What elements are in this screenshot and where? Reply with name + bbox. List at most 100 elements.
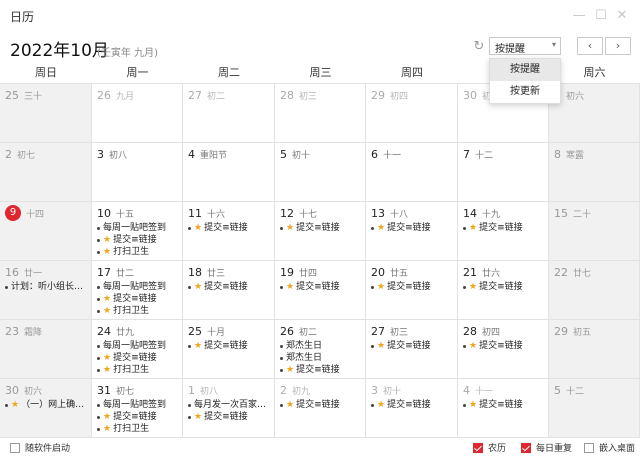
event-item[interactable]: ★ 提交≡链接 <box>280 399 362 411</box>
event-item[interactable]: ★ 提交≡链接 <box>97 293 179 305</box>
day-cell[interactable]: 8 寒露 <box>549 143 640 202</box>
day-cell[interactable]: 1初六 <box>549 84 640 143</box>
event-item[interactable]: 郑杰生日 <box>280 352 362 364</box>
event-item[interactable]: ★（一）网上确认报名信息 <box>5 399 88 411</box>
event-item[interactable]: 每周一贴吧签到 <box>97 222 179 234</box>
autostart-toggle[interactable]: 随软件启动 <box>10 441 70 454</box>
day-cell[interactable]: 5 十二 <box>549 379 640 438</box>
day-number: 26 <box>280 324 294 338</box>
embed-desktop-toggle[interactable]: 嵌入桌面 <box>584 441 635 454</box>
day-cell[interactable]: 17 廿二 每周一贴吧签到 ★ 提交≡链接 ★ 打扫卫生 <box>92 261 183 320</box>
day-cell[interactable]: 4 十一 ★ 提交≡链接 <box>458 379 549 438</box>
event-item[interactable]: ★ 提交≡链接 <box>97 411 179 423</box>
lunar-checkbox[interactable] <box>473 442 483 453</box>
lunar-toggle[interactable]: 农历 <box>473 441 506 454</box>
day-cell[interactable]: 14 十九 ★ 提交≡链接 <box>458 202 549 261</box>
event-item[interactable]: 每周一贴吧签到 <box>97 399 179 411</box>
refresh-icon[interactable]: ↻ <box>472 40 486 54</box>
day-cell[interactable]: 31 初七 每周一贴吧签到 ★ 提交≡链接 ★ 打扫卫生 <box>92 379 183 438</box>
day-cell[interactable]: 28 初四 ★ 提交≡链接 <box>458 320 549 379</box>
bullet-icon <box>280 226 283 230</box>
sort-option-reminder[interactable]: 按提醒 <box>490 59 560 81</box>
day-cell[interactable]: 2 初七 <box>0 143 92 202</box>
event-item[interactable]: ★ 打扫卫生 <box>97 423 179 435</box>
day-cell[interactable]: 5 初十 <box>275 143 366 202</box>
next-month-button[interactable]: › <box>605 37 631 55</box>
event-item[interactable]: 郑杰生日 <box>280 340 362 352</box>
day-cell[interactable]: 23 霜降 <box>0 320 92 379</box>
event-item[interactable]: ★ 提交≡链接 <box>97 234 179 246</box>
day-cell[interactable]: 15 二十 <box>549 202 640 261</box>
event-item[interactable]: ★ 提交≡链接 <box>188 281 271 293</box>
event-item[interactable]: ★ 提交≡链接 <box>188 340 271 352</box>
day-cell[interactable]: 10 十五 每周一贴吧签到 ★ 提交≡链接 ★ 打扫卫生 <box>92 202 183 261</box>
daily-repeat-checkbox[interactable] <box>521 442 531 453</box>
day-cell[interactable]: 21 廿六 ★ 提交≡链接 <box>458 261 549 320</box>
day-cell[interactable]: 28 初三 <box>275 84 366 143</box>
embed-desktop-checkbox[interactable] <box>584 442 594 453</box>
day-cell[interactable]: 24 廿九 每周一贴吧签到 ★ 提交≡链接 ★ 打扫卫生 <box>92 320 183 379</box>
day-cell[interactable]: 18 廿三 ★ 提交≡链接 <box>183 261 275 320</box>
day-cell[interactable]: 2 初九 ★ 提交≡链接 <box>275 379 366 438</box>
event-item[interactable]: ★ 提交≡链接 <box>463 281 545 293</box>
event-item[interactable]: ★ 提交≡链接 <box>371 340 454 352</box>
day-cell[interactable]: 25 三十 <box>0 84 92 143</box>
event-item[interactable]: ★ 提交≡链接 <box>371 281 454 293</box>
day-cell[interactable]: 29 初五 <box>549 320 640 379</box>
day-cell[interactable]: 12 十七 ★ 提交≡链接 <box>275 202 366 261</box>
event-list: ★ 提交≡链接 <box>371 281 454 293</box>
sort-dropdown[interactable]: 按提醒 ▾ <box>489 37 561 55</box>
day-cell[interactable]: 9 十四 <box>0 202 92 261</box>
day-cell[interactable]: 26 九月 <box>92 84 183 143</box>
event-item[interactable]: ★ 提交≡链接 <box>463 222 545 234</box>
day-cell[interactable]: 1初八每月发一次百家号老号★提交≡链接 <box>183 379 275 438</box>
event-item[interactable]: ★ 提交≡链接 <box>280 222 362 234</box>
event-item[interactable]: 每周一贴吧签到 <box>97 281 179 293</box>
day-cell[interactable]: 27 初二 <box>183 84 275 143</box>
day-cell[interactable]: 11 十六 ★ 提交≡链接 <box>183 202 275 261</box>
event-item[interactable]: ★ 提交≡链接 <box>463 340 545 352</box>
event-item[interactable]: ★ 打扫卫生 <box>97 364 179 376</box>
event-item[interactable]: ★ 提交≡链接 <box>97 352 179 364</box>
day-cell[interactable]: 13 十八 ★ 提交≡链接 <box>366 202 458 261</box>
event-item[interactable]: ★ 提交≡链接 <box>280 281 362 293</box>
event-item[interactable]: 每月发一次百家号老号 <box>188 399 271 411</box>
lunar-date: 廿七 <box>573 268 592 279</box>
day-cell[interactable]: 16 廿一计划：听小组长汇报工作 <box>0 261 92 320</box>
day-cell[interactable]: 27 初三 ★ 提交≡链接 <box>366 320 458 379</box>
event-item[interactable]: ★ 打扫卫生 <box>97 305 179 317</box>
day-cell[interactable]: 20 廿五 ★ 提交≡链接 <box>366 261 458 320</box>
event-item[interactable]: ★ 提交≡链接 <box>371 399 454 411</box>
event-item[interactable]: ★ 打扫卫生 <box>97 246 179 258</box>
event-item[interactable]: ★ 提交≡链接 <box>188 222 271 234</box>
day-number: 31 <box>97 383 111 397</box>
event-item[interactable]: 计划：听小组长汇报工作 <box>5 281 88 293</box>
daily-repeat-toggle[interactable]: 每日重复 <box>521 441 572 454</box>
day-cell[interactable]: 3 初八 <box>92 143 183 202</box>
event-item[interactable]: ★ 提交≡链接 <box>188 411 271 423</box>
sort-option-updated[interactable]: 按更新 <box>490 81 560 103</box>
day-cell[interactable]: 3 初十 ★ 提交≡链接 <box>366 379 458 438</box>
event-item[interactable]: 每周一贴吧签到 <box>97 340 179 352</box>
event-item[interactable]: ★ 提交≡链接 <box>371 222 454 234</box>
minimize-icon[interactable]: — <box>571 8 587 24</box>
day-cell[interactable]: 29 初四 <box>366 84 458 143</box>
day-cell[interactable]: 25 十月 ★ 提交≡链接 <box>183 320 275 379</box>
day-cell[interactable]: 7 十二 <box>458 143 549 202</box>
star-icon: ★ <box>194 341 203 351</box>
day-cell[interactable]: 26 初二 郑杰生日 郑杰生日 ★ 提交≡链接 <box>275 320 366 379</box>
maximize-icon[interactable]: ☐ <box>593 8 609 24</box>
day-cell[interactable]: 22 廿七 <box>549 261 640 320</box>
prev-month-button[interactable]: ‹ <box>577 37 603 55</box>
day-number: 25 <box>5 88 19 102</box>
day-cell[interactable]: 4 重阳节 <box>183 143 275 202</box>
autostart-checkbox[interactable] <box>10 442 20 453</box>
day-cell-header: 15 二十 <box>554 206 591 220</box>
day-cell[interactable]: 19 廿四 ★ 提交≡链接 <box>275 261 366 320</box>
event-item[interactable]: ★ 提交≡链接 <box>463 399 545 411</box>
day-cell[interactable]: 30 初六 ★（一）网上确认报名信息 <box>0 379 92 438</box>
day-cell[interactable]: 6 十一 <box>366 143 458 202</box>
star-icon: ★ <box>377 400 386 410</box>
event-item[interactable]: ★ 提交≡链接 <box>280 364 362 376</box>
close-icon[interactable]: ✕ <box>614 8 630 24</box>
